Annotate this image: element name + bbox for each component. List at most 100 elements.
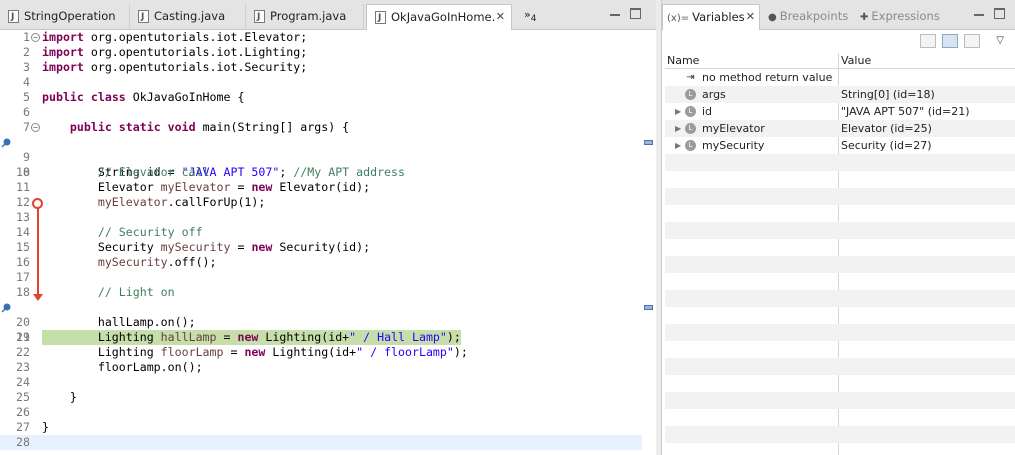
cursor-line: 28 [0, 435, 642, 450]
tab-program[interactable]: Program.java [246, 4, 364, 30]
code-line: 20 hallLamp.on(); [16, 315, 196, 329]
variables-view: (x)= Variables ✕ ● Breakpoints ✚ Expression… [661, 0, 1015, 455]
local-variable-icon: L [685, 106, 696, 117]
expressions-icon: ✚ [860, 12, 869, 23]
debug-views-tab-bar: (x)= Variables ✕ ● Breakpoints ✚ Expression… [662, 0, 1015, 31]
code-line: 21 [16, 330, 30, 344]
table-header: Name Value [665, 53, 1015, 69]
variable-row[interactable]: ▶ L mySecurity Security (id=27) [665, 137, 1015, 154]
tab-casting[interactable]: Casting.java [130, 4, 246, 30]
variable-row[interactable]: ▶ L id "JAVA APT 507" (id=21) [665, 103, 1015, 120]
code-line: 6 [23, 105, 30, 119]
editor-pane: StringOperation Casting.java Program.jav… [0, 0, 656, 455]
tab-overflow-button[interactable]: »4 [524, 8, 536, 24]
code-line: 10 // Elevator call [16, 165, 210, 179]
breakpoint-icon[interactable] [1, 137, 13, 148]
current-execution-line: 19 Lighting hallLamp = new Lighting(id+"… [0, 300, 642, 345]
empty-row [665, 222, 1015, 239]
variable-row[interactable]: ▶ L myElevator Elevator (id=25) [665, 120, 1015, 137]
empty-row [665, 205, 1015, 222]
fold-collapse-icon[interactable]: − [31, 33, 40, 42]
code-line: 3 import org.opentutorials.iot.Security; [23, 60, 308, 74]
minimize-icon[interactable] [610, 10, 620, 16]
variables-icon: (x)= [667, 13, 690, 24]
empty-row [665, 290, 1015, 307]
code-line: 12 myElevator.callForUp(1); [16, 195, 266, 209]
expand-triangle-icon[interactable]: ▶ [675, 103, 681, 120]
collapse-all-icon[interactable] [920, 34, 936, 48]
code-line: 18 // Light on [16, 285, 175, 299]
fold-collapse-icon[interactable]: − [31, 123, 40, 132]
empty-row [665, 324, 1015, 341]
minimize-icon[interactable] [974, 10, 984, 16]
empty-row [665, 426, 1015, 443]
column-header-name[interactable]: Name [667, 53, 699, 68]
empty-row [665, 273, 1015, 290]
show-type-names-icon[interactable] [942, 34, 958, 48]
column-header-value[interactable]: Value [841, 53, 871, 68]
breakpoints-icon: ● [768, 12, 777, 23]
close-tab-icon[interactable]: ✕ [746, 5, 755, 29]
local-variable-icon: L [685, 140, 696, 151]
close-tab-icon[interactable]: ✕ [496, 5, 505, 29]
maximize-icon[interactable] [630, 8, 641, 19]
code-line: 22 Lighting floorLamp = new Lighting(id+… [16, 345, 468, 359]
empty-row [665, 375, 1015, 392]
local-variable-icon: L [685, 89, 696, 100]
code-line: 1− import org.opentutorials.iot.Elevator; [23, 30, 308, 44]
code-line: 17 [16, 270, 30, 284]
empty-row [665, 171, 1015, 188]
step-arrow-line [37, 204, 39, 296]
code-line: 13 [16, 210, 30, 224]
editor-tab-bar: StringOperation Casting.java Program.jav… [0, 0, 656, 31]
step-arrow-head-icon [33, 294, 43, 301]
variable-row[interactable]: L args String[0] (id=18) [665, 86, 1015, 103]
empty-row [665, 154, 1015, 171]
code-editor[interactable]: 1− import org.opentutorials.iot.Elevator;… [0, 30, 656, 455]
return-value-icon: ⇥ [686, 72, 695, 83]
code-line: 7− public static void main(String[] args… [23, 120, 350, 134]
empty-row [665, 188, 1015, 205]
variables-toolbar: ▽ [662, 30, 1015, 52]
expand-triangle-icon[interactable]: ▶ [675, 120, 681, 137]
empty-row [665, 341, 1015, 358]
view-menu-chevron-icon[interactable]: ▽ [996, 35, 1004, 46]
maximize-icon[interactable] [994, 8, 1005, 19]
java-file-icon [8, 5, 19, 29]
show-logical-structure-icon[interactable] [964, 34, 980, 48]
code-line: 11 Elevator myElevator = new Elevator(id… [16, 180, 371, 194]
tab-variables[interactable]: (x)= Variables ✕ [662, 4, 760, 31]
code-line: 15 Security mySecurity = new Security(id… [16, 240, 371, 254]
empty-row [665, 307, 1015, 324]
code-line: 23 floorLamp.on(); [16, 360, 203, 374]
tab-expressions[interactable]: ✚ Expressions [858, 4, 940, 30]
local-variable-icon: L [685, 123, 696, 134]
empty-row [665, 358, 1015, 375]
code-line: 26 [16, 405, 30, 419]
empty-row [665, 256, 1015, 273]
variable-row[interactable]: ⇥ no method return value [665, 69, 1015, 86]
occurrence-marker[interactable] [644, 140, 653, 145]
step-start-marker [32, 198, 43, 209]
code-line: 5 public class OkJavaGoInHome { [23, 90, 245, 104]
code-line: 9 [23, 150, 30, 164]
code-line: 2 import org.opentutorials.iot.Lighting; [23, 45, 308, 59]
empty-row [665, 392, 1015, 409]
code-line: 14 // Security off [16, 225, 203, 239]
java-file-icon [138, 5, 149, 29]
variables-table[interactable]: Name Value ⇥ no method return value L ar… [665, 53, 1015, 455]
code-line: 8 String id = "JAVA APT 507"; //My APT a… [0, 135, 642, 179]
empty-row [665, 239, 1015, 256]
code-line: 16 mySecurity.off(); [16, 255, 217, 269]
occurrence-marker[interactable] [644, 305, 653, 310]
tab-ok-java-go-in-home[interactable]: OkJavaGoInHome. ✕ [366, 4, 512, 31]
java-file-icon [375, 6, 386, 30]
tab-breakpoints[interactable]: ● Breakpoints [766, 4, 848, 30]
expand-triangle-icon[interactable]: ▶ [675, 137, 681, 154]
code-line: 4 [23, 75, 30, 89]
code-line: 25 } [16, 390, 77, 404]
tab-string-operation[interactable]: StringOperation [0, 4, 130, 30]
code-line: 27} [16, 420, 49, 434]
java-file-icon [254, 5, 265, 29]
breakpoint-icon[interactable] [1, 302, 13, 313]
